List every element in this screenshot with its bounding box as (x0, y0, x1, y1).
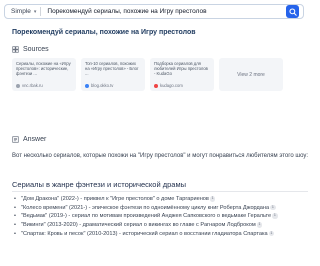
list-item-text: "Ведьмак" (2019-) - сериал по мотивам пр… (21, 213, 272, 220)
citation-badge[interactable]: 1 (272, 213, 278, 219)
sources-list: Сериалы, похожие на «Игру престолов»: ис… (12, 58, 283, 91)
answer-heading: Answer (23, 136, 47, 143)
source-title: Сериалы, похожие на «Игру престолов»: ис… (16, 61, 71, 76)
list-item: • "Ведьмак" (2019-) - сериал по мотивам п… (14, 213, 308, 220)
source-domain: vnc.rbak.ru (22, 83, 43, 88)
favicon-icon (85, 83, 89, 88)
search-mode-select[interactable]: Simple ▾ (5, 8, 40, 15)
list-item: • "Спартак: Кровь и песок" (2010-2013) - … (14, 230, 308, 238)
search-bar: Simple ▾ Порекомендуй сериалы, похожие н… (4, 4, 304, 19)
bullet: • (14, 222, 16, 229)
source-card[interactable]: Сериалы, похожие на «Игру престолов»: ис… (12, 58, 76, 91)
search-mode-label: Simple (11, 8, 31, 15)
source-domain: kudago.com (160, 83, 183, 88)
source-card[interactable]: Топ-10 сериалов, похожих на «Игру престо… (81, 58, 145, 91)
list-item-text: "Колесо времени" (2021-) - эпическое фэн… (21, 204, 270, 211)
source-card[interactable]: Подборка сериалов для любителей Игры пре… (150, 58, 214, 91)
answer-intro: Вот несколько сериалов, которые похожи н… (12, 153, 309, 159)
source-site: kudago.com (154, 83, 183, 88)
source-site: vnc.rbak.ru (16, 83, 43, 88)
search-input[interactable]: Порекомендуй сериалы, похожие на Игру пр… (41, 8, 289, 15)
list-item: • "Колесо времени" (2021-) - эпическое фэ… (14, 204, 308, 212)
answer-header: Answer (12, 136, 46, 143)
citation-badge[interactable]: 1 (256, 222, 263, 228)
recommendation-list: • "Дом Дракона" (2022-) - приквел к "Игре… (14, 196, 308, 240)
citation-badge[interactable]: 1 (209, 196, 216, 202)
search-icon (288, 7, 297, 16)
list-item-text: "Спартак: Кровь и песок" (2010-2013) - и… (21, 230, 268, 237)
sources-heading: Sources (23, 46, 49, 53)
source-site: blog.okko.tv (85, 83, 113, 88)
citation-badge[interactable]: 1 (270, 204, 276, 211)
bullet: • (14, 196, 16, 202)
chevron-down-icon: ▾ (33, 8, 37, 15)
divider (12, 191, 308, 192)
citation-badge[interactable]: 1 (268, 230, 275, 237)
sources-icon (12, 46, 19, 53)
source-title: Подборка сериалов для любителей Игры пре… (154, 61, 208, 76)
source-domain: blog.okko.tv (91, 83, 114, 88)
view-more-label: View 2 more (237, 71, 265, 78)
bullet: • (14, 230, 16, 237)
source-title: Топ-10 сериалов, похожих на «Игру престо… (85, 61, 139, 76)
answer-icon (12, 136, 19, 143)
bullet: • (14, 213, 16, 220)
search-button[interactable] (286, 5, 299, 18)
list-item: • "Дом Дракона" (2022-) - приквел к "Игре… (14, 196, 308, 203)
favicon-icon (154, 83, 158, 88)
list-item-text: "Дом Дракона" (2022-) - приквел к "Игре … (21, 196, 209, 202)
sources-header: Sources (12, 46, 49, 53)
view-more-sources-button[interactable]: View 2 more (219, 58, 283, 91)
bullet: • (14, 204, 16, 211)
list-item: • "Викинги" (2013-2020) - драматический с… (14, 222, 308, 229)
favicon-icon (16, 83, 20, 88)
page-title: Порекомендуй сериалы, похожие на Игру пр… (12, 29, 196, 36)
answer-subheading: Сериалы в жанре фэнтези и исторической д… (12, 180, 187, 189)
list-item-text: "Викинги" (2013-2020) - драматический се… (21, 222, 256, 229)
